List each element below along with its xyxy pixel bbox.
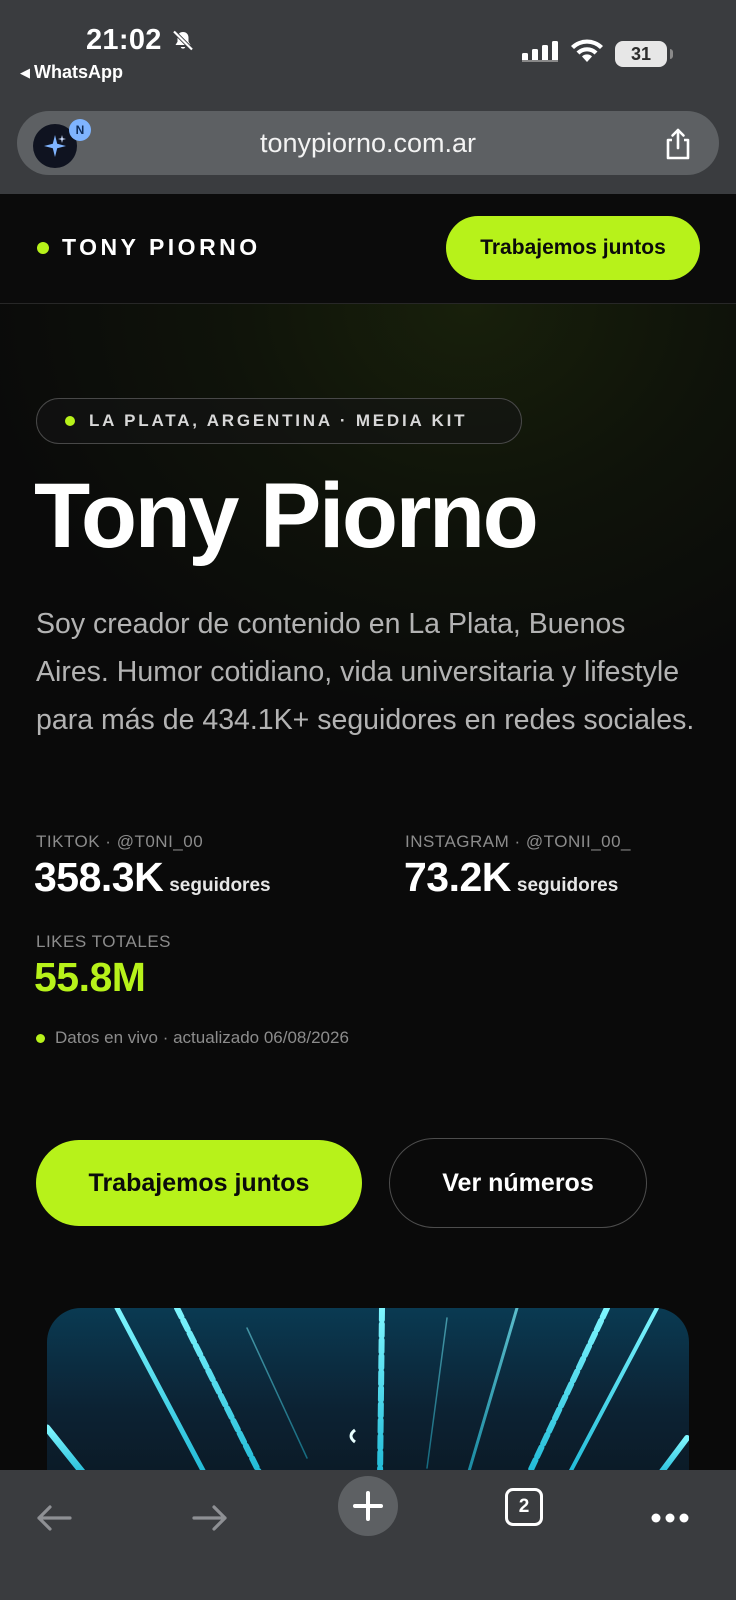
- brand-dot: [37, 242, 49, 254]
- back-to-app-link[interactable]: ◀ WhatsApp: [20, 62, 123, 83]
- hero-section: LA PLATA, ARGENTINA · MEDIA KIT Tony Pio…: [0, 304, 736, 1478]
- browser-toolbar: 2: [0, 1470, 736, 1600]
- tiktok-stat: 358.3K seguidores: [34, 854, 271, 901]
- tiktok-unit: seguidores: [169, 875, 271, 896]
- header-cta-button[interactable]: Trabajemos juntos: [446, 216, 700, 280]
- more-button[interactable]: [640, 1488, 700, 1548]
- live-data-note: Datos en vivo · actualizado 06/08/2026: [36, 1028, 349, 1048]
- location-pill: LA PLATA, ARGENTINA · MEDIA KIT: [36, 398, 522, 444]
- tabs-count: 2: [518, 1496, 530, 1517]
- likes-label: LIKES TOTALES: [36, 932, 172, 951]
- back-app-label: WhatsApp: [34, 62, 123, 82]
- url-text[interactable]: tonypiorno.com.ar: [17, 128, 719, 159]
- light-streaks-graphic: [47, 1308, 689, 1478]
- instagram-unit: seguidores: [516, 875, 619, 896]
- forward-button[interactable]: [180, 1488, 240, 1548]
- tiktok-value: 358.3K: [34, 854, 164, 900]
- signal-icon: [522, 41, 558, 62]
- live-dot: [65, 416, 75, 426]
- wifi-icon: [571, 39, 603, 62]
- hero-description: Soy creador de contenido en La Plata, Bu…: [36, 608, 695, 736]
- battery-icon: 31: [615, 41, 673, 67]
- instagram-label: INSTAGRAM · @TONII_00_: [405, 832, 632, 851]
- site-header: TONY PIORNO Trabajemos juntos: [0, 194, 736, 304]
- see-numbers-button[interactable]: Ver números: [389, 1138, 647, 1228]
- tabs-button[interactable]: 2: [505, 1488, 543, 1526]
- hero-title: Tony Piorno: [34, 465, 539, 567]
- more-icon: [651, 1513, 689, 1523]
- location-text: LA PLATA, ARGENTINA · MEDIA KIT: [89, 411, 468, 430]
- address-bar[interactable]: N tonypiorno.com.ar: [17, 111, 719, 175]
- back-triangle-icon: ◀: [20, 65, 30, 80]
- tiktok-label: TIKTOK · @T0NI_00: [36, 832, 204, 851]
- share-icon[interactable]: [663, 127, 693, 161]
- browser-address-area: N tonypiorno.com.ar: [0, 100, 736, 194]
- plus-icon: [353, 1491, 383, 1521]
- likes-value: 55.8M: [34, 954, 146, 1000]
- primary-cta-button[interactable]: Trabajemos juntos: [36, 1140, 362, 1226]
- back-arrow-icon: [37, 1505, 72, 1531]
- status-time: 21:02: [86, 24, 162, 56]
- live-note-text: Datos en vivo · actualizado 06/08/2026: [55, 1028, 349, 1047]
- live-indicator-dot: [36, 1033, 45, 1043]
- new-tab-button[interactable]: [338, 1476, 398, 1536]
- instagram-stat: 73.2K seguidores: [404, 854, 618, 901]
- bell-slash-icon: [172, 30, 194, 51]
- back-button[interactable]: [24, 1488, 84, 1548]
- instagram-value: 73.2K: [404, 854, 511, 900]
- status-bar: 21:02 ◀ WhatsApp 31: [0, 0, 736, 100]
- hero-media-image: [47, 1308, 689, 1478]
- forward-arrow-icon: [192, 1505, 227, 1531]
- brand-logo[interactable]: TONY PIORNO: [62, 234, 261, 261]
